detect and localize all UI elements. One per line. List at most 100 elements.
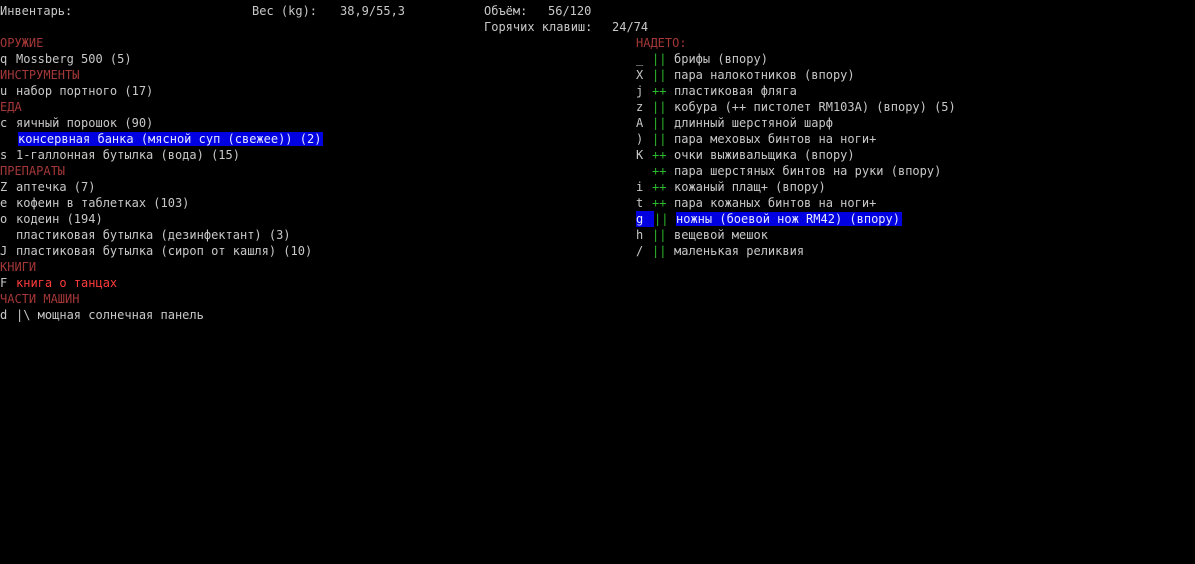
- worn-status-marker: ++: [652, 196, 667, 210]
- worn-item[interactable]: K ++ очки выживальщика (впору): [636, 147, 855, 163]
- worn-item[interactable]: ++ пара шерстяных бинтов на руки (впору): [636, 163, 941, 179]
- worn-status-marker: ||: [652, 100, 667, 114]
- hotkeys-value: 24/74: [612, 20, 649, 34]
- category-label: ПРЕПАРАТЫ: [0, 164, 66, 178]
- item-name: пластиковая бутылка (дезинфектант) (3): [16, 228, 291, 242]
- worn-hotkey: g: [636, 211, 654, 227]
- worn-item-name: очки выживальщика (впору): [674, 148, 855, 162]
- item-name: кофеин в таблетках (103): [16, 196, 190, 210]
- inventory-category: КНИГИ: [0, 259, 36, 275]
- inventory-item[interactable]: консервная банка (мясной суп (свежее)) (…: [0, 131, 324, 147]
- item-hotkey: s: [0, 148, 8, 162]
- worn-item-name: брифы (впору): [674, 52, 768, 66]
- worn-status-marker: ++: [652, 84, 667, 98]
- item-name: консервная банка (мясной суп (свежее)) (…: [18, 132, 324, 146]
- worn-item[interactable]: X || пара налокотников (впору): [636, 67, 855, 83]
- weight-value: 38,9/55,3: [340, 4, 406, 18]
- item-name: |\ мощная солнечная панель: [16, 308, 204, 322]
- inventory-item[interactable]: d |\ мощная солнечная панель: [0, 307, 204, 323]
- worn-item[interactable]: ) || пара меховых бинтов на ноги+: [636, 131, 876, 147]
- inventory-item[interactable]: Jпластиковая бутылка (сироп от кашля) (1…: [0, 243, 312, 259]
- worn-item-name: пара шерстяных бинтов на руки (впору): [674, 164, 942, 178]
- worn-item[interactable]: / || маленькая реликвия: [636, 243, 804, 259]
- worn-title: НАДЕТО:: [636, 36, 687, 50]
- item-hotkey: o: [0, 212, 8, 226]
- worn-hotkey: j: [636, 84, 644, 98]
- inventory-category: ЕДА: [0, 99, 22, 115]
- worn-item[interactable]: h || вещевой мешок: [636, 227, 768, 243]
- category-label: КНИГИ: [0, 260, 37, 274]
- volume-value: 56/120: [548, 4, 592, 18]
- worn-status-marker: ||: [652, 52, 667, 66]
- weight-label: Вес (kg):: [252, 4, 318, 18]
- worn-status-marker: ++: [652, 180, 667, 194]
- worn-item[interactable]: t ++ пара кожаных бинтов на ноги+: [636, 195, 876, 211]
- item-hotkey: Z: [0, 180, 8, 194]
- item-name: книга о танцах: [16, 276, 118, 290]
- worn-hotkey: h: [636, 228, 644, 242]
- inventory-title: Инвентарь:: [0, 4, 73, 18]
- worn-item-name: кожаный плащ+ (впору): [674, 180, 826, 194]
- item-name: аптечка (7): [16, 180, 96, 194]
- worn-item[interactable]: j ++ пластиковая фляга: [636, 83, 797, 99]
- inventory-item[interactable]: e кофеин в таблетках (103): [0, 195, 189, 211]
- inventory-item[interactable]: пластиковая бутылка (дезинфектант) (3): [0, 227, 291, 243]
- worn-hotkey: ): [636, 132, 644, 146]
- item-hotkey: u: [0, 84, 8, 98]
- item-hotkey: F: [0, 276, 8, 290]
- inventory-item[interactable]: c яичный порошок (90): [0, 115, 153, 131]
- inventory-item[interactable]: o кодеин (194): [0, 211, 103, 227]
- worn-hotkey: t: [636, 196, 644, 210]
- worn-status-marker: ++: [652, 164, 667, 178]
- worn-item-name: пластиковая фляга: [674, 84, 797, 98]
- worn-status-marker: ||: [652, 228, 667, 242]
- item-hotkey: c: [0, 116, 8, 130]
- worn-status-marker: ||: [652, 244, 667, 258]
- item-name: кодеин (194): [16, 212, 103, 226]
- inventory-category: ИНСТРУМЕНТЫ: [0, 67, 79, 83]
- worn-item-name: пара меховых бинтов на ноги+: [674, 132, 877, 146]
- worn-item-name: пара кожаных бинтов на ноги+: [674, 196, 877, 210]
- inventory-item[interactable]: Fкнига о танцах: [0, 275, 117, 291]
- worn-status-marker: ++: [652, 148, 667, 162]
- worn-hotkey: z: [636, 100, 644, 114]
- worn-status-marker: ||: [654, 212, 669, 226]
- worn-hotkey: _: [636, 52, 644, 66]
- item-hotkey: q: [0, 52, 8, 66]
- worn-item[interactable]: _ || брифы (впору): [636, 51, 768, 67]
- worn-item-name: маленькая реликвия: [674, 244, 805, 258]
- worn-item[interactable]: i ++ кожаный плащ+ (впору): [636, 179, 826, 195]
- inventory-category: ОРУЖИЕ: [0, 35, 43, 51]
- volume-label: Объём:: [484, 4, 528, 18]
- item-hotkey: J: [0, 244, 8, 258]
- worn-hotkey: K: [636, 148, 644, 162]
- inventory-category: ЧАСТИ МАШИН: [0, 291, 79, 307]
- hotkeys-label: Горячих клавиш:: [484, 20, 593, 34]
- inventory-item[interactable]: s 1-галлонная бутылка (вода) (15): [0, 147, 240, 163]
- worn-status-marker: ||: [652, 116, 667, 130]
- inventory-item[interactable]: Zаптечка (7): [0, 179, 95, 195]
- worn-item[interactable]: A || длинный шерстяной шарф: [636, 115, 833, 131]
- item-name: Mossberg 500 (5): [16, 52, 132, 66]
- item-name: 1-галлонная бутылка (вода) (15): [16, 148, 240, 162]
- category-label: ЧАСТИ МАШИН: [0, 292, 80, 306]
- item-hotkey: e: [0, 196, 8, 210]
- inventory-item[interactable]: q Mossberg 500 (5): [0, 51, 132, 67]
- worn-hotkey: X: [636, 68, 644, 82]
- worn-status-marker: ||: [652, 132, 667, 146]
- worn-item[interactable]: g || ножны (боевой нож RM42) (впору): [636, 211, 902, 227]
- inventory-category: ПРЕПАРАТЫ: [0, 163, 65, 179]
- worn-item-name: кобура (++ пистолет RM103A) (впору) (5): [674, 100, 956, 114]
- category-label: ЕДА: [0, 100, 22, 114]
- worn-item-name: ножны (боевой нож RM42) (впору): [676, 212, 902, 226]
- item-name: яичный порошок (90): [16, 116, 154, 130]
- worn-hotkey: /: [636, 244, 644, 258]
- category-label: ОРУЖИЕ: [0, 36, 44, 50]
- worn-status-marker: ||: [652, 68, 667, 82]
- worn-hotkey: i: [636, 180, 644, 194]
- category-label: ИНСТРУМЕНТЫ: [0, 68, 80, 82]
- item-name: пластиковая бутылка (сироп от кашля) (10…: [16, 244, 313, 258]
- inventory-item[interactable]: u набор портного (17): [0, 83, 153, 99]
- item-name: набор портного (17): [16, 84, 154, 98]
- worn-item[interactable]: z || кобура (++ пистолет RM103A) (впору) (…: [636, 99, 956, 115]
